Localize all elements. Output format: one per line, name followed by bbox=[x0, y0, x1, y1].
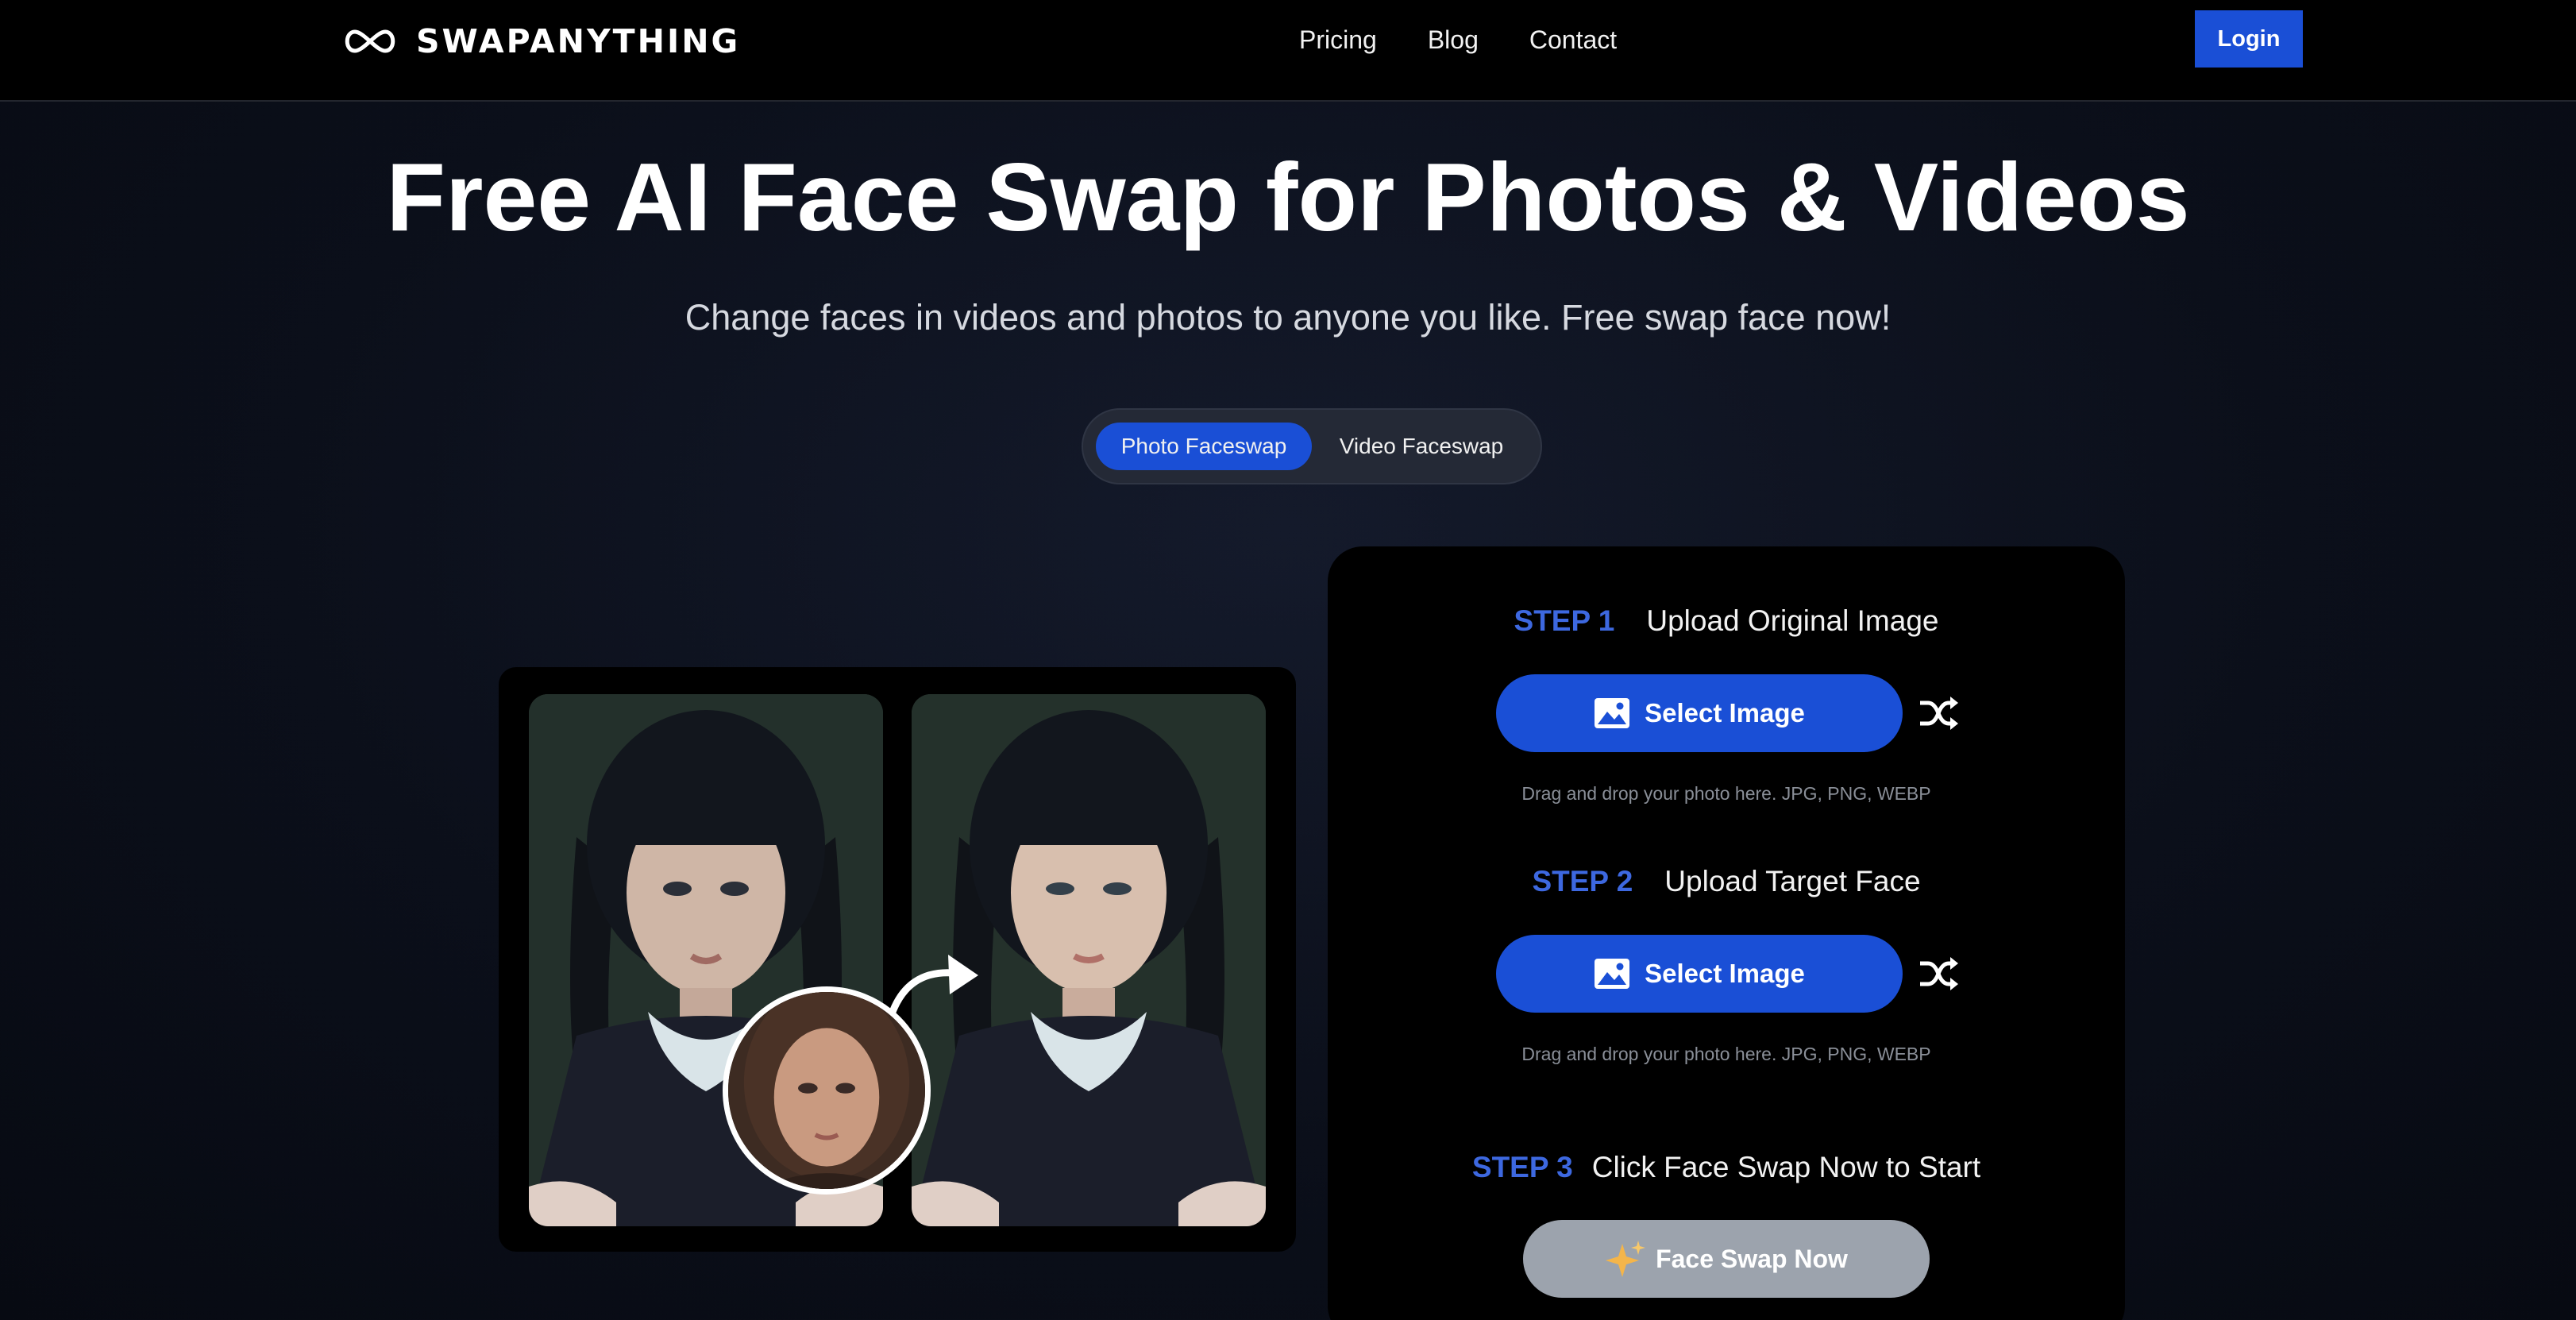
step-2-text: Upload Target Face bbox=[1664, 865, 1921, 897]
nav-link-contact[interactable]: Contact bbox=[1529, 22, 1617, 57]
image-icon bbox=[1595, 959, 1630, 989]
step-1-label: STEP 1 bbox=[1514, 604, 1615, 637]
page-subtitle: Change faces in videos and photos to any… bbox=[684, 297, 1892, 338]
step-3-text: Click Face Swap Now to Start bbox=[1591, 1151, 1981, 1183]
step-2-hint: Drag and drop your photo here. JPG, PNG,… bbox=[1521, 1044, 1931, 1064]
logo-text: SWAPANYTHING bbox=[416, 22, 741, 60]
step-2-label: STEP 2 bbox=[1532, 865, 1633, 897]
step-3-heading: STEP 3 Click Face Swap Now to Start bbox=[1328, 1148, 2125, 1187]
step-1-text: Upload Original Image bbox=[1646, 604, 1939, 637]
face-swap-panel: STEP 1 Upload Original Image Select Image… bbox=[1328, 546, 2125, 1320]
main-nav: Pricing Blog Contact bbox=[1299, 22, 1617, 57]
demo-preview bbox=[499, 667, 1296, 1252]
sparkle-icon bbox=[1606, 1241, 1646, 1277]
infinity-logo-icon bbox=[345, 29, 395, 53]
select-image-label: Select Image bbox=[1645, 959, 1805, 988]
shuffle-icon[interactable] bbox=[1917, 952, 1960, 995]
select-image-label: Select Image bbox=[1645, 698, 1805, 728]
image-icon bbox=[1595, 698, 1630, 728]
target-face-thumbnail bbox=[723, 986, 931, 1195]
nav-link-pricing[interactable]: Pricing bbox=[1299, 22, 1377, 57]
select-target-face-button[interactable]: Select Image bbox=[1496, 935, 1903, 1013]
step-1-heading: STEP 1 Upload Original Image bbox=[1328, 602, 2125, 640]
logo[interactable]: SWAPANYTHING bbox=[340, 22, 740, 60]
page-title: Free AI Face Swap for Photos & Videos bbox=[386, 143, 2190, 251]
face-swap-now-label: Face Swap Now bbox=[1656, 1244, 1848, 1273]
login-button[interactable]: Login bbox=[2195, 10, 2303, 68]
site-header: SWAPANYTHING Pricing Blog Contact Login bbox=[0, 0, 2576, 102]
shuffle-icon[interactable] bbox=[1917, 692, 1960, 735]
step-3-label: STEP 3 bbox=[1471, 1151, 1573, 1183]
face-swap-now-button[interactable]: Face Swap Now bbox=[1523, 1220, 1930, 1298]
tab-photo-faceswap[interactable]: Photo Faceswap bbox=[1096, 423, 1312, 470]
nav-link-blog[interactable]: Blog bbox=[1428, 22, 1479, 57]
step-2-heading: STEP 2 Upload Target Face bbox=[1328, 863, 2125, 901]
step-1-hint: Drag and drop your photo here. JPG, PNG,… bbox=[1521, 783, 1931, 804]
tab-video-faceswap[interactable]: Video Faceswap bbox=[1318, 423, 1525, 470]
select-original-image-button[interactable]: Select Image bbox=[1496, 674, 1903, 752]
mode-toggle: Photo Faceswap Video Faceswap bbox=[1082, 408, 1542, 484]
